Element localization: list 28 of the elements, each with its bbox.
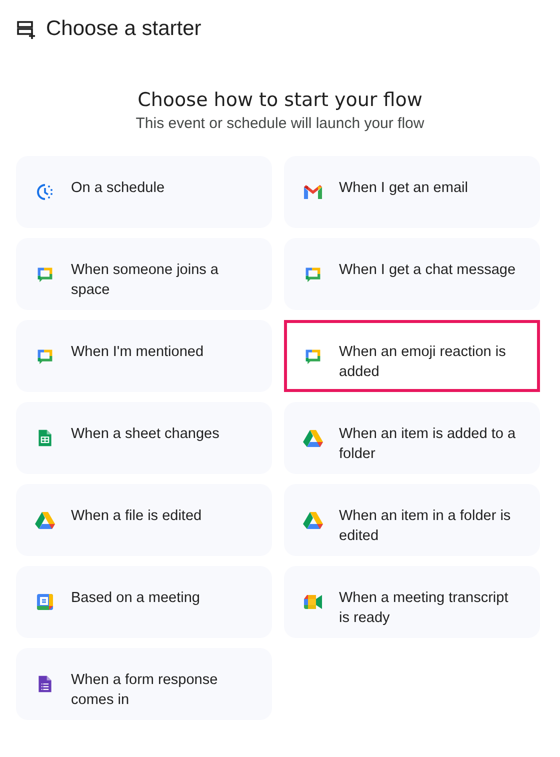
starter-card[interactable]: When an emoji reaction is added <box>284 320 540 392</box>
chat-bubble-icon <box>303 347 323 365</box>
calendar-icon <box>35 593 55 611</box>
starter-card[interactable]: When I'm mentioned <box>16 320 272 392</box>
triangle-icon <box>303 429 323 447</box>
chat-bubble-icon <box>35 265 55 283</box>
starter-card[interactable]: When an item in a folder is edited <box>284 484 540 556</box>
add-list-icon <box>16 19 36 39</box>
section-subtitle: This event or schedule will launch your flow <box>136 115 424 132</box>
starter-card[interactable]: When I get an email <box>284 156 540 228</box>
triangle-icon <box>303 511 323 529</box>
starter-card[interactable]: When a file is edited <box>16 484 272 556</box>
chat-bubble-icon <box>35 347 55 365</box>
starter-card[interactable]: When an item is added to a folder <box>284 402 540 474</box>
page-title: Choose a starter <box>46 17 202 41</box>
starter-card[interactable]: When I get a chat message <box>284 238 540 310</box>
section-heading: Choose how to start your flow <box>138 89 422 111</box>
starter-card[interactable]: When a form response comes in <box>16 648 272 720</box>
starter-card[interactable]: When a meeting transcript is ready <box>284 566 540 638</box>
starter-card[interactable]: On a schedule <box>16 156 272 228</box>
envelope-icon <box>303 184 323 200</box>
starter-card[interactable]: When a sheet changes <box>16 402 272 474</box>
triangle-icon <box>35 511 55 529</box>
video-camera-icon <box>303 594 323 610</box>
clock-icon <box>35 182 55 202</box>
starter-card[interactable]: When someone joins a space <box>16 238 272 310</box>
starter-card[interactable]: Based on a meeting <box>16 566 272 638</box>
chat-bubble-icon <box>303 265 323 283</box>
